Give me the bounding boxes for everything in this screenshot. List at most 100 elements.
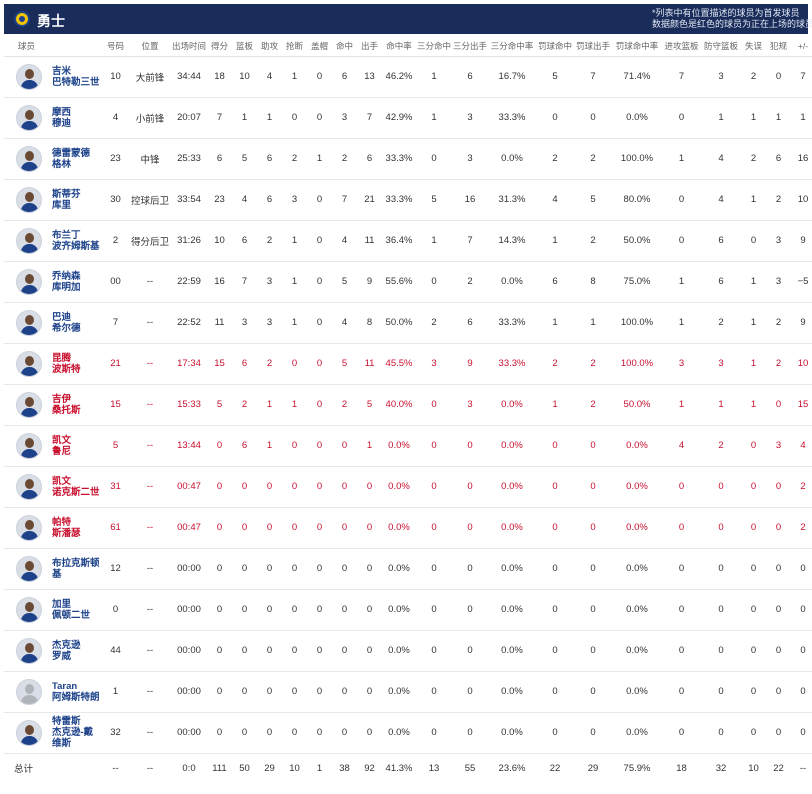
cell-oreb: 7 (662, 56, 701, 98)
player-name-last: 希尔德 (52, 322, 81, 334)
table-row[interactable]: 加里 佩顿二世 0 -- 00:00 0 0 0 0 0 0 0 0.0% 0 0 0.0% 0 0 0.0% 0 0 0… (4, 589, 812, 631)
player-name-first: 布兰丁 (52, 229, 81, 241)
player-cell[interactable]: 巴迪 希尔德 (4, 302, 102, 344)
cell-dreb: 0 (701, 548, 741, 590)
player-name-link[interactable]: Taran 阿姆斯特朗 (52, 681, 102, 703)
table-row[interactable]: 杰克逊 罗威 44 -- 00:00 0 0 0 0 0 0 0 0.0% 0 0 0.0% 0 0 0.0% 0 0 0… (4, 630, 812, 672)
player-cell[interactable]: 凯文 诺克斯二世 (4, 466, 102, 508)
player-cell[interactable]: 吉米 巴特勒三世 (4, 56, 102, 98)
table-row[interactable]: 帕特 斯潘瑟 61 -- 00:47 0 0 0 0 0 0 0 0.0% 0 0 0.0% 0 0 0.0% 0 0 0… (4, 507, 812, 549)
player-name-link[interactable]: 布兰丁 波齐姆斯基 (52, 230, 102, 252)
cell-tpm: 0 (416, 548, 452, 590)
player-name-link[interactable]: 乔纳森 库明加 (52, 271, 102, 293)
col-header-plus-minus: +/- (791, 36, 812, 57)
cell-oreb: 0 (662, 220, 701, 262)
player-cell[interactable]: 乔纳森 库明加 (4, 261, 102, 303)
player-name-link[interactable]: 巴迪 希尔德 (52, 312, 102, 334)
cell-tpm: 0 (416, 712, 452, 754)
cell-min: 00:47 (171, 507, 207, 549)
player-name-link[interactable]: 吉伊 桑托斯 (52, 394, 102, 416)
player-name-first: 特雷斯 (52, 716, 81, 727)
player-name-link[interactable]: 摩西 穆迪 (52, 107, 102, 129)
table-row[interactable]: 凯文 鲁尼 5 -- 13:44 0 6 1 0 0 0 1 0.0% 0 0 0.0% 0 0 0.0% 4 2 0 3 4… (4, 425, 812, 467)
cell-tpa: 9 (452, 343, 488, 385)
player-cell[interactable]: 凯文 鲁尼 (4, 425, 102, 467)
player-name-link[interactable]: 帕特 斯潘瑟 (52, 517, 102, 539)
cell-stl: 2 (282, 138, 307, 180)
cell-ast: 0 (257, 630, 282, 672)
cell-reb: 10 (232, 56, 257, 98)
player-cell[interactable]: 杰克逊 罗威 (4, 630, 102, 672)
player-avatar-icon (16, 186, 42, 213)
player-name-link[interactable]: 凯文 诺克斯二世 (52, 476, 102, 498)
player-name-link[interactable]: 凯文 鲁尼 (52, 435, 102, 457)
player-name-link[interactable]: 特雷斯 杰克逊-戴维斯 (52, 716, 102, 749)
cell-tpa: 3 (452, 384, 488, 426)
cell-fta: 0 (574, 507, 612, 549)
player-cell[interactable]: 布兰丁 波齐姆斯基 (4, 220, 102, 262)
cell-tov: 1 (741, 261, 766, 303)
table-row[interactable]: 摩西 穆迪 4 小前锋 20:07 7 1 1 0 0 3 7 42.9% 1 3 33.3% 0 0 0.0% 0 1… (4, 97, 812, 139)
cell-tov: 0 (741, 220, 766, 262)
table-row[interactable]: 吉伊 桑托斯 15 -- 15:33 5 2 1 1 0 2 5 40.0% 0 3 0.0% 1 2 50.0% 1… (4, 384, 812, 426)
player-cell[interactable]: 摩西 穆迪 (4, 97, 102, 139)
table-row[interactable]: 德雷蒙德 格林 23 中锋 25:33 6 5 6 2 1 2 6 33.3% 0 3 0.0% 2 2 100.0… (4, 138, 812, 180)
cell-reb: 0 (232, 671, 257, 713)
cell-tpa: 3 (452, 97, 488, 139)
player-cell[interactable]: 昆腾 波斯特 (4, 343, 102, 385)
player-avatar-icon (16, 227, 42, 254)
player-name-link[interactable]: 加里 佩顿二世 (52, 599, 102, 621)
player-cell[interactable]: 德雷蒙德 格林 (4, 138, 102, 180)
cell-oreb: 3 (662, 343, 701, 385)
cell-ftm: 0 (536, 507, 574, 549)
cell-min: 00:00 (171, 671, 207, 713)
cell-tpp: 0.0% (488, 261, 536, 303)
player-name-link[interactable]: 昆腾 波斯特 (52, 353, 102, 375)
cell-pf: 0 (766, 384, 791, 426)
cell-fgm: 0 (332, 712, 357, 754)
cell-stl: 0 (282, 466, 307, 508)
player-name-link[interactable]: 布拉克斯顿基 (52, 558, 102, 580)
cell-ftp: 0.0% (612, 589, 662, 631)
cell-pts: 16 (207, 261, 232, 303)
player-name-link[interactable]: 吉米 巴特勒三世 (52, 66, 102, 88)
player-cell[interactable]: Taran 阿姆斯特朗 (4, 671, 102, 713)
player-cell[interactable]: 斯蒂芬 库里 (4, 179, 102, 221)
player-name-link[interactable]: 德雷蒙德 格林 (52, 148, 102, 170)
table-row[interactable]: 斯蒂芬 库里 30 控球后卫 33:54 23 4 6 3 0 7 21 33.3% 5 16 31.3% 4 5… (4, 179, 812, 221)
cell-ftp: 50.0% (612, 220, 662, 262)
cell-ftp: 71.4% (612, 56, 662, 98)
player-avatar-icon (16, 678, 42, 705)
player-name-link[interactable]: 杰克逊 罗威 (52, 640, 102, 662)
cell-ftp: 0.0% (612, 712, 662, 754)
cell-blk: 0 (307, 220, 332, 262)
player-name-last: 波斯特 (52, 363, 81, 375)
table-row[interactable]: Taran 阿姆斯特朗 1 -- 00:00 0 0 0 0 0 0 0 0.0% 0 0 0.0% 0 0 0.0… (4, 671, 812, 713)
cell-oreb: 0 (662, 179, 701, 221)
table-row[interactable]: 布兰丁 波齐姆斯基 2 得分后卫 31:26 10 6 2 1 0 4 11 36.4% 1 7 14.3% 1… (4, 220, 812, 262)
table-row[interactable]: 巴迪 希尔德 7 -- 22:52 11 3 3 1 0 4 8 50.0% 2 6 33.3% 1 1 100.0… (4, 302, 812, 344)
cell-blk: 0 (307, 97, 332, 139)
cell-min: 00:00 (171, 589, 207, 631)
player-cell[interactable]: 吉伊 桑托斯 (4, 384, 102, 426)
total-tpp: 23.6% (498, 762, 526, 774)
cell-num: 2 (102, 220, 129, 262)
cell-tpp: 0.0% (488, 548, 536, 590)
player-cell[interactable]: 特雷斯 杰克逊-戴维斯 (4, 712, 102, 754)
player-cell[interactable]: 布拉克斯顿基 (4, 548, 102, 590)
table-row[interactable]: 吉米 巴特勒三世 10 大前锋 34:44 18 10 4 1 0 6 13 46.2% 1 6 16.7% 5… (4, 56, 812, 98)
cell-pm: 0 (791, 712, 812, 754)
player-name-last: 格林 (52, 158, 72, 170)
table-row[interactable]: 布拉克斯顿基 12 -- 00:00 0 0 0 0 0 0 0 0.0% 0 0 0.0% 0 0 0.0% 0 0… (4, 548, 812, 590)
player-cell[interactable]: 加里 佩顿二世 (4, 589, 102, 631)
player-name-last: 罗威 (52, 650, 72, 662)
table-row[interactable]: 昆腾 波斯特 21 -- 17:34 15 6 2 0 0 5 11 45.5% 3 9 33.3% 2 2 100… (4, 343, 812, 385)
table-row[interactable]: 特雷斯 杰克逊-戴维斯 32 -- 00:00 0 0 0 0 0 0 0 0.0% 0 0 0.0% 0 0 0.… (4, 712, 812, 754)
col-header-fg-attempts: 出手 (357, 36, 382, 57)
table-row[interactable]: 凯文 诺克斯二世 31 -- 00:47 0 0 0 0 0 0 0 0.0% 0 0 0.0% 0 0 0.0% 0… (4, 466, 812, 508)
cell-num: 31 (102, 466, 129, 508)
player-cell[interactable]: 帕特 斯潘瑟 (4, 507, 102, 549)
table-row[interactable]: 乔纳森 库明加 00 -- 22:59 16 7 3 1 0 5 9 55.6% 0 2 0.0% 6 8 75.0… (4, 261, 812, 303)
cell-pm: 7 (791, 56, 812, 98)
player-name-link[interactable]: 斯蒂芬 库里 (52, 189, 102, 211)
